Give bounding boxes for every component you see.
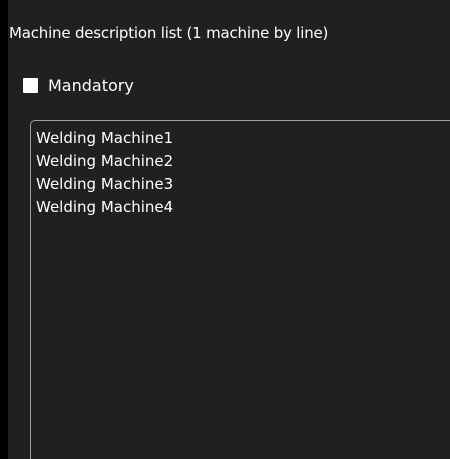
textarea-line: Welding Machine1	[36, 129, 174, 147]
mandatory-label: Mandatory	[48, 76, 134, 95]
mandatory-checkbox[interactable]	[23, 78, 38, 93]
machine-list-textarea[interactable]: Welding Machine1 Welding Machine2 Weldin…	[30, 120, 450, 459]
machine-list-label: Machine description list (1 machine by l…	[9, 24, 329, 42]
textarea-line: Welding Machine4	[36, 198, 174, 216]
form-panel: Machine description list (1 machine by l…	[8, 0, 450, 459]
textarea-line: Welding Machine3	[36, 175, 174, 193]
textarea-line: Welding Machine2	[36, 152, 174, 170]
mandatory-checkbox-row[interactable]: Mandatory	[23, 76, 134, 95]
